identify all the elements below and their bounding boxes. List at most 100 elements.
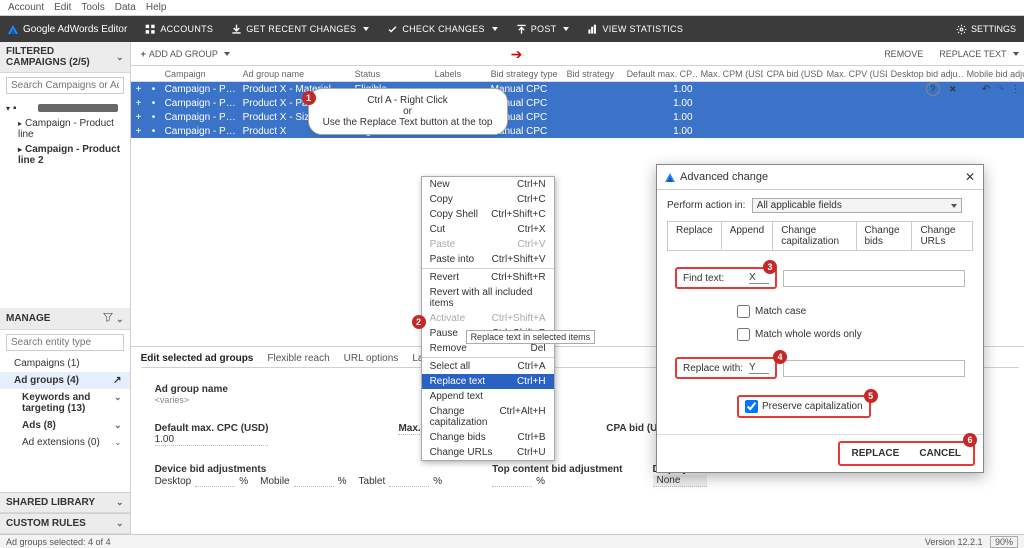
col-cpa[interactable]: CPA bid (USD)	[763, 69, 823, 79]
tablet-input[interactable]	[389, 475, 429, 487]
post-button[interactable]: POST	[516, 24, 570, 35]
tree-campaign-2[interactable]: ▸Campaign - Product line 2	[0, 142, 130, 168]
menu-edit[interactable]: Edit	[54, 2, 71, 13]
replace-with-input[interactable]	[783, 360, 965, 377]
app-bar: Google AdWords Editor ACCOUNTS GET RECEN…	[0, 16, 1024, 42]
ctx-copy-shell[interactable]: Copy ShellCtrl+Shift+C	[422, 207, 554, 222]
close-icon[interactable]: ✕	[946, 82, 960, 96]
entity-search-input[interactable]	[6, 334, 124, 351]
add-adgroup-button[interactable]: +ADD AD GROUP	[137, 49, 234, 59]
tab-change-urls[interactable]: Change URLs	[912, 222, 972, 250]
editor-tab-flexible[interactable]: Flexible reach	[267, 353, 329, 364]
shared-library-header[interactable]: SHARED LIBRARY⌄	[0, 492, 130, 513]
match-case-checkbox[interactable]	[737, 305, 750, 318]
action-in-select[interactable]: All applicable fields	[752, 198, 962, 213]
ctx-copy[interactable]: CopyCtrl+C	[422, 192, 554, 207]
table-row[interactable]: +•Campaign - P…Product X - MaterialEligi…	[131, 82, 1024, 96]
tab-change-bids[interactable]: Change bids	[857, 222, 913, 250]
col-default-cpc[interactable]: Default max. CP…	[623, 69, 697, 79]
view-stats-button[interactable]: VIEW STATISTICS	[587, 24, 683, 35]
ctx-replace-text[interactable]: Replace textCtrl+H	[422, 374, 554, 389]
ctx-new[interactable]: NewCtrl+N	[422, 177, 554, 192]
tree-campaign-1[interactable]: ▸Campaign - Product line	[0, 116, 130, 142]
table-row[interactable]: +•Campaign - P…Product X - PatternEligib…	[131, 96, 1024, 110]
custom-rules-header[interactable]: CUSTOM RULES⌄	[0, 513, 130, 534]
col-strategy[interactable]: Bid strategy	[563, 69, 623, 79]
match-whole-check[interactable]: Match whole words only	[737, 328, 973, 341]
ctx-select-all[interactable]: Select allCtrl+A	[422, 359, 554, 374]
get-recent-button[interactable]: GET RECENT CHANGES	[231, 24, 369, 35]
col-cpv[interactable]: Max. CPV (USD)	[823, 69, 887, 79]
help-icon[interactable]: ?	[926, 82, 940, 96]
filtered-campaigns-header: FILTERED CAMPAIGNS (2/5)⌄	[0, 42, 130, 73]
dialog-close-icon[interactable]: ✕	[965, 170, 975, 184]
replace-text-button[interactable]: REPLACE TEXT	[935, 49, 1022, 59]
col-status[interactable]: Status	[351, 69, 431, 79]
check-changes-button[interactable]: CHECK CHANGES	[387, 24, 497, 35]
replace-with-value[interactable]: Y	[749, 362, 769, 374]
find-text-value[interactable]: X	[749, 272, 769, 284]
default-cpc-value[interactable]: 1.00	[155, 434, 269, 446]
col-campaign[interactable]: Campaign	[161, 69, 239, 79]
col-strategy-type[interactable]: Bid strategy type	[487, 69, 563, 79]
ctx-change-capitalization[interactable]: Change capitalizationCtrl+Alt+H	[422, 404, 554, 430]
col-mobile-bid[interactable]: Mobile bid adjust	[963, 69, 1024, 79]
manage-adgroups[interactable]: Ad groups (4)↗	[0, 372, 130, 389]
manage-ads[interactable]: Ads (8)⌄	[0, 417, 130, 434]
account-name-redacted[interactable]	[38, 104, 118, 112]
preserve-checkbox[interactable]	[745, 400, 758, 413]
remove-button[interactable]: REMOVE	[880, 49, 927, 59]
menu-help[interactable]: Help	[146, 2, 167, 13]
redo-icon[interactable]: ↷	[996, 84, 1004, 95]
col-adgroup[interactable]: Ad group name	[239, 69, 351, 79]
table-row[interactable]: +•Campaign - P…Product X - SizeEligibleM…	[131, 110, 1024, 124]
chevron-down-icon[interactable]: ⌄	[116, 52, 124, 63]
display-net-value[interactable]: None	[653, 475, 707, 487]
chevron-down-icon	[1013, 52, 1019, 56]
col-labels[interactable]: Labels	[431, 69, 487, 79]
chevron-down-icon[interactable]: ⌄	[116, 314, 124, 324]
tab-replace[interactable]: Replace	[668, 222, 722, 250]
cancel-button[interactable]: CANCEL	[911, 445, 969, 462]
desktop-input[interactable]	[195, 475, 235, 487]
filter-icon[interactable]	[103, 312, 113, 322]
table-row[interactable]: +•Campaign - P…Product XEligibleManual C…	[131, 124, 1024, 138]
expand-toggle-icon[interactable]: ▾	[6, 104, 10, 113]
menu-data[interactable]: Data	[115, 2, 136, 13]
ctx-paste: PasteCtrl+V	[422, 237, 554, 252]
match-case-check[interactable]: Match case	[737, 305, 973, 318]
replace-with-highlight: Replace with: Y 4	[675, 357, 777, 379]
find-text-input[interactable]	[783, 270, 965, 287]
ctx-append-text[interactable]: Append text	[422, 389, 554, 404]
manage-extensions[interactable]: Ad extensions (0)⌄	[0, 434, 130, 451]
match-whole-checkbox[interactable]	[737, 328, 750, 341]
zoom-control[interactable]: 90%	[990, 536, 1018, 548]
menu-tools[interactable]: Tools	[81, 2, 104, 13]
manage-keywords[interactable]: Keywords and targeting (13)⌄	[0, 389, 130, 417]
ctx-change-urls[interactable]: Change URLsCtrl+U	[422, 445, 554, 460]
editor-tab-edit[interactable]: Edit selected ad groups	[141, 353, 254, 364]
top-content-input[interactable]	[492, 475, 532, 487]
editor-tab-url[interactable]: URL options	[344, 353, 399, 364]
grid-header: Campaign Ad group name Status Labels Bid…	[131, 66, 1024, 82]
ctx-cut[interactable]: CutCtrl+X	[422, 222, 554, 237]
pct-label: %	[239, 476, 248, 487]
mobile-input[interactable]	[294, 475, 334, 487]
ctx-revert-with-all-included-items[interactable]: Revert with all included items	[422, 285, 554, 311]
ctx-revert[interactable]: RevertCtrl+Shift+R	[422, 270, 554, 285]
replace-button[interactable]: REPLACE	[844, 445, 908, 462]
tab-append[interactable]: Append	[722, 222, 773, 250]
col-max-cpm[interactable]: Max. CPM (USD)	[697, 69, 763, 79]
accounts-button[interactable]: ACCOUNTS	[145, 24, 213, 35]
campaign-search-input[interactable]	[6, 77, 124, 94]
col-desktop-bid[interactable]: Desktop bid adju…	[887, 69, 963, 79]
menu-account[interactable]: Account	[8, 2, 44, 13]
manage-campaigns[interactable]: Campaigns (1)	[0, 355, 130, 372]
dialog-titlebar: Advanced change ✕	[657, 165, 983, 190]
menu-icon[interactable]: ⋮	[1011, 84, 1021, 95]
ctx-change-bids[interactable]: Change bidsCtrl+B	[422, 430, 554, 445]
settings-button[interactable]: SETTINGS	[956, 24, 1016, 35]
undo-icon[interactable]: ↶	[982, 84, 990, 95]
ctx-paste-into[interactable]: Paste intoCtrl+Shift+V	[422, 252, 554, 267]
tab-capitalization[interactable]: Change capitalization	[773, 222, 856, 250]
